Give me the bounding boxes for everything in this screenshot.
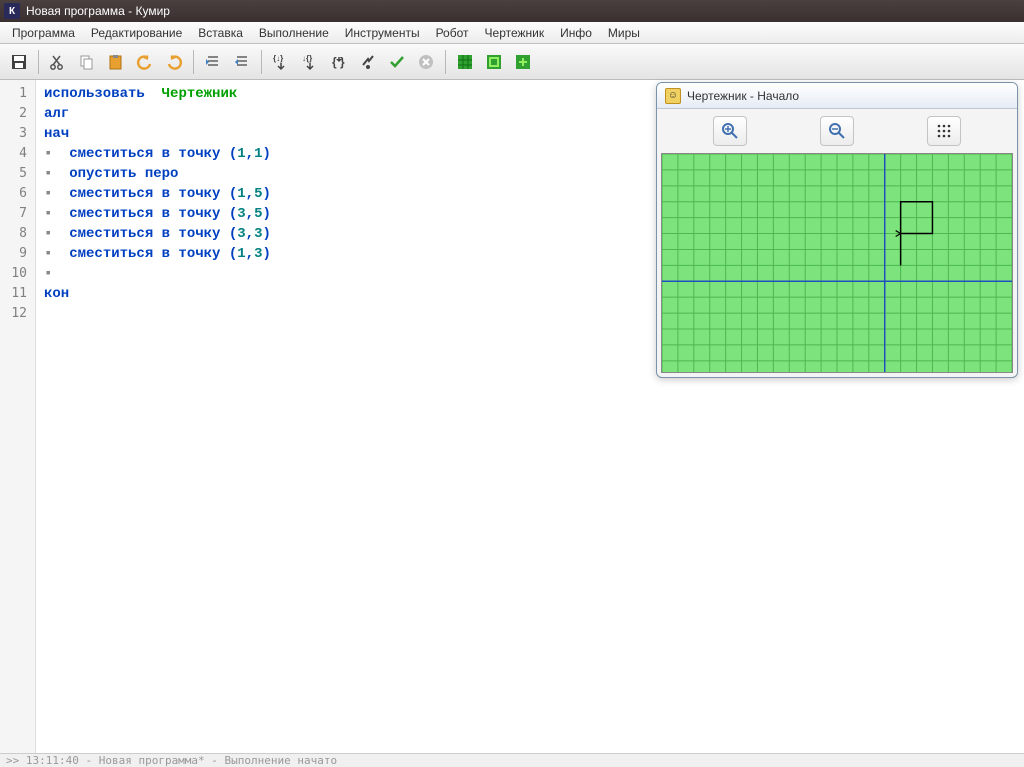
app-icon: К: [4, 3, 20, 19]
outdent-button[interactable]: [229, 49, 255, 75]
step-into-button[interactable]: {↓}: [268, 49, 294, 75]
drafter-panel[interactable]: ☺ Чертежник - Начало: [656, 82, 1018, 378]
save-button[interactable]: [6, 49, 32, 75]
line-number: 10: [0, 264, 35, 284]
square-pi-button[interactable]: [481, 49, 507, 75]
menu-info[interactable]: Инфо: [552, 23, 600, 43]
grid-svg: [662, 154, 1012, 373]
run-button[interactable]: [355, 49, 381, 75]
panel-titlebar[interactable]: ☺ Чертежник - Начало: [657, 83, 1017, 109]
check-button[interactable]: [384, 49, 410, 75]
line-number: 9: [0, 244, 35, 264]
menu-edit[interactable]: Редактирование: [83, 23, 190, 43]
square-plus-button[interactable]: [510, 49, 536, 75]
separator: [445, 50, 446, 74]
svg-text:{↓}: {↓}: [273, 54, 283, 63]
menu-program[interactable]: Программа: [4, 23, 83, 43]
menu-robot[interactable]: Робот: [428, 23, 477, 43]
line-number: 7: [0, 204, 35, 224]
undo-button[interactable]: [132, 49, 158, 75]
line-number: 6: [0, 184, 35, 204]
line-number: 5: [0, 164, 35, 184]
indent-button[interactable]: [200, 49, 226, 75]
line-number: 11: [0, 284, 35, 304]
svg-text:↓{}: ↓{}: [302, 54, 312, 63]
copy-button[interactable]: [74, 49, 100, 75]
panel-toolbar: [657, 109, 1017, 153]
line-number: 3: [0, 124, 35, 144]
menu-worlds[interactable]: Миры: [600, 23, 648, 43]
separator: [193, 50, 194, 74]
zoom-out-button[interactable]: [820, 116, 854, 146]
separator: [38, 50, 39, 74]
step-over-button[interactable]: ↓{}: [297, 49, 323, 75]
status-bar: >> 13:11:40 - Новая программа* - Выполне…: [0, 753, 1024, 767]
drawing-canvas[interactable]: [661, 153, 1013, 373]
menu-bar: Программа Редактирование Вставка Выполне…: [0, 22, 1024, 44]
menu-drafter[interactable]: Чертежник: [477, 23, 553, 43]
menu-tools[interactable]: Инструменты: [337, 23, 428, 43]
line-number: 4: [0, 144, 35, 164]
cut-button[interactable]: [45, 49, 71, 75]
window-title: Новая программа - Кумир: [26, 4, 170, 18]
zoom-in-button[interactable]: [713, 116, 747, 146]
stop-button[interactable]: [413, 49, 439, 75]
line-number: 12: [0, 304, 35, 324]
toolbar: {↓} ↓{} { }: [0, 44, 1024, 80]
title-bar: К Новая программа - Кумир: [0, 0, 1024, 22]
paste-button[interactable]: [103, 49, 129, 75]
line-number: 1: [0, 84, 35, 104]
redo-button[interactable]: [161, 49, 187, 75]
separator: [261, 50, 262, 74]
grid-green-button[interactable]: [452, 49, 478, 75]
smiley-icon: ☺: [665, 88, 681, 104]
menu-run[interactable]: Выполнение: [251, 23, 337, 43]
run-to-cursor-button[interactable]: { }: [326, 49, 352, 75]
menu-insert[interactable]: Вставка: [190, 23, 251, 43]
grid-settings-button[interactable]: [927, 116, 961, 146]
line-gutter: 123456789101112: [0, 80, 36, 753]
line-number: 8: [0, 224, 35, 244]
panel-title-text: Чертежник - Начало: [687, 89, 799, 103]
line-number: 2: [0, 104, 35, 124]
